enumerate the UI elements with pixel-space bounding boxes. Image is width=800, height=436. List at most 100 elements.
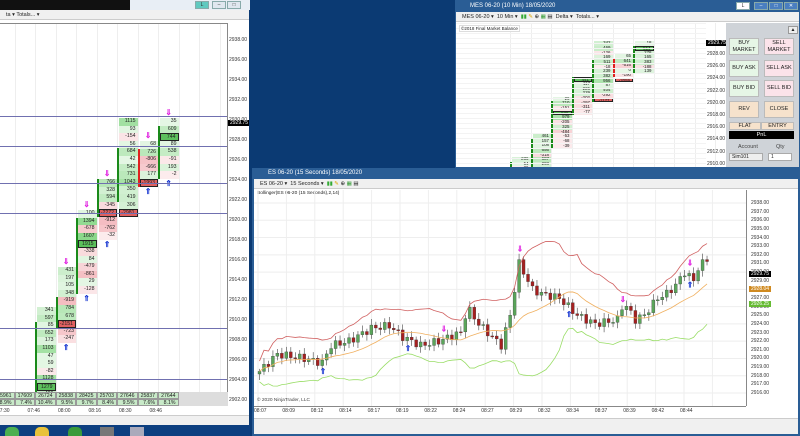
candle — [418, 341, 423, 348]
price-axis[interactable]: 2938.002936.002934.002932.002930.002928.… — [228, 10, 249, 410]
time-axis-label: 08:44 — [680, 408, 693, 414]
volume-total: 27644 — [158, 392, 179, 399]
price-axis[interactable]: 2938.00 2937.00 2936.00 2935.00 2934.00 2933.… — [746, 190, 798, 406]
footprint-cell: 1115 — [119, 118, 138, 126]
candle — [589, 319, 593, 324]
footprint-cell: 731 — [119, 171, 138, 179]
footprint-cell: -154 — [119, 133, 138, 141]
delta-dropdown[interactable]: Delta ▾ — [556, 14, 573, 20]
candle — [396, 329, 400, 331]
candle — [374, 324, 378, 329]
app-icon[interactable] — [100, 427, 114, 436]
footprint-plot[interactable]: 3415978565217311034759-82112812794914311… — [0, 23, 228, 403]
left-toolbar: ta ▾ Totals... ▾ — [0, 10, 249, 20]
candle — [512, 292, 517, 316]
buy-ask-button[interactable]: BUY ASK — [729, 60, 759, 77]
footprint-cell: 348 — [57, 289, 76, 298]
sell-signal-arrow-icon: ⇓ — [62, 257, 70, 266]
level-line — [0, 213, 227, 214]
interval-selector[interactable]: 10 Min ▾ — [497, 14, 518, 20]
instrument-selector[interactable]: ES 06-20 ▾ — [260, 181, 287, 187]
price-axis-label: 2925.00 — [751, 312, 770, 319]
mes-price-axis[interactable]: 2928.00 2926.00 2924.00 2922.00 2920.00 2918.… — [706, 23, 729, 167]
time-axis-label: 08:09 — [282, 408, 295, 414]
candle — [674, 283, 678, 294]
footprint-cell: 328 — [98, 186, 117, 195]
candlestick-chart[interactable]: ⇑ ⇑ ⇓ ⇓ ⇑ ⇓ ⇑ ⇓ — [254, 190, 746, 406]
sell-ask-button[interactable]: SELL ASK — [764, 60, 794, 77]
reverse-button[interactable]: REV — [729, 101, 759, 118]
price-axis-label: 2933.00 — [751, 243, 770, 250]
sell-signal-arrow-icon: ⇓ — [440, 324, 447, 333]
bar-type-icon[interactable]: ▮▮ — [521, 14, 527, 20]
totals-dropdown[interactable]: Totals... — [16, 12, 35, 18]
candle — [539, 292, 544, 296]
close-position-button[interactable]: CLOSE — [764, 101, 794, 118]
totals-dropdown[interactable]: Totals... ▾ — [576, 14, 599, 20]
chrome-icon[interactable] — [35, 427, 49, 436]
account-select[interactable]: Sim101 — [729, 153, 763, 161]
chrome-icon[interactable] — [5, 427, 19, 436]
maximize-button[interactable]: □ — [769, 2, 783, 10]
footprint-cell: 197 — [57, 274, 76, 283]
price-axis-label: 2910.00 — [229, 317, 248, 323]
footprint-cell: -2151 — [57, 320, 76, 328]
bar-type-icon[interactable]: ▮▮ — [327, 181, 333, 187]
candle — [481, 324, 485, 326]
horizontal-scrollbar[interactable] — [0, 415, 249, 425]
price-axis-label: 2924.00 — [751, 320, 770, 327]
maximize-button[interactable]: □ — [227, 1, 241, 9]
footprint-cell: 784 — [57, 305, 76, 313]
buy-market-button[interactable]: BUY MARKET — [729, 38, 759, 55]
chart-trader-icon[interactable]: ▦ — [347, 181, 352, 187]
grid-line-vertical — [612, 23, 614, 167]
candle — [593, 319, 597, 323]
grid-line-vertical — [674, 23, 675, 167]
app-icon[interactable] — [130, 427, 144, 436]
price-axis-label: 2932.00 — [229, 97, 248, 103]
chart-trader-icon[interactable]: ▦ — [541, 14, 546, 20]
footprint-cell: -128 — [78, 286, 97, 294]
sell-bid-button[interactable]: SELL BID — [764, 80, 794, 97]
link-button[interactable]: L — [195, 1, 209, 9]
instrument-selector[interactable]: MES 06-20 ▾ — [462, 14, 494, 20]
zoom-icon[interactable]: ⊕ — [534, 14, 539, 20]
sell-market-button[interactable]: SELL MARKET — [764, 38, 794, 55]
link-button[interactable]: L — [736, 2, 750, 10]
delta-dropdown[interactable]: ta — [6, 12, 11, 18]
flat-button[interactable]: FLAT — [729, 122, 761, 130]
zoom-icon[interactable]: ⊕ — [340, 181, 345, 187]
entry-button[interactable]: ENTRY — [761, 122, 794, 130]
collapse-button[interactable]: ▲ — [788, 26, 798, 34]
candle — [423, 341, 427, 346]
copyright-text: © 2020 NinjaTrader, LLC — [257, 398, 310, 403]
minimize-button[interactable]: – — [212, 1, 226, 9]
background-window: L – □ — [130, 0, 250, 10]
price-axis-label: 2924.00 — [229, 177, 248, 183]
grid-line-horizontal — [456, 113, 706, 114]
footprint-cell: 538 — [160, 148, 179, 156]
candle — [414, 339, 418, 348]
candle — [427, 345, 432, 347]
buy-bid-button[interactable]: BUY BID — [729, 80, 759, 97]
grid-line-vertical — [694, 23, 696, 167]
close-button[interactable]: ✕ — [784, 2, 798, 10]
pencil-icon[interactable]: ✎ — [528, 14, 533, 20]
interval-selector[interactable]: 15 Seconds ▾ — [290, 181, 323, 187]
footprint-cell: 431 — [57, 267, 76, 275]
qty-stepper[interactable]: 1 — [768, 153, 792, 161]
es-title-bar[interactable]: ES 06-20 (15 Seconds) 18/05/2020 — [254, 168, 798, 179]
footprint-cell: 341 — [37, 307, 56, 315]
grid-line-horizontal — [456, 83, 706, 84]
horizontal-scrollbar[interactable] — [254, 418, 798, 434]
footprint-cell: 678 — [57, 312, 76, 321]
pencil-icon[interactable]: ✎ — [334, 181, 339, 187]
properties-icon[interactable]: ▤ — [547, 14, 552, 20]
footprint-cell: 350 — [119, 186, 138, 194]
mes-footprint-plot[interactable]: ©2018 Final Market Balance 23654-2646115… — [456, 23, 716, 167]
app-icon[interactable] — [68, 427, 82, 436]
minimize-button[interactable]: – — [754, 2, 768, 10]
properties-icon[interactable]: ▤ — [353, 181, 358, 187]
mes-title-bar[interactable]: MES 06-20 (10 Min) 18/05/2020 L – □ ✕ — [456, 1, 799, 12]
volume-total: 27646 — [117, 392, 138, 399]
